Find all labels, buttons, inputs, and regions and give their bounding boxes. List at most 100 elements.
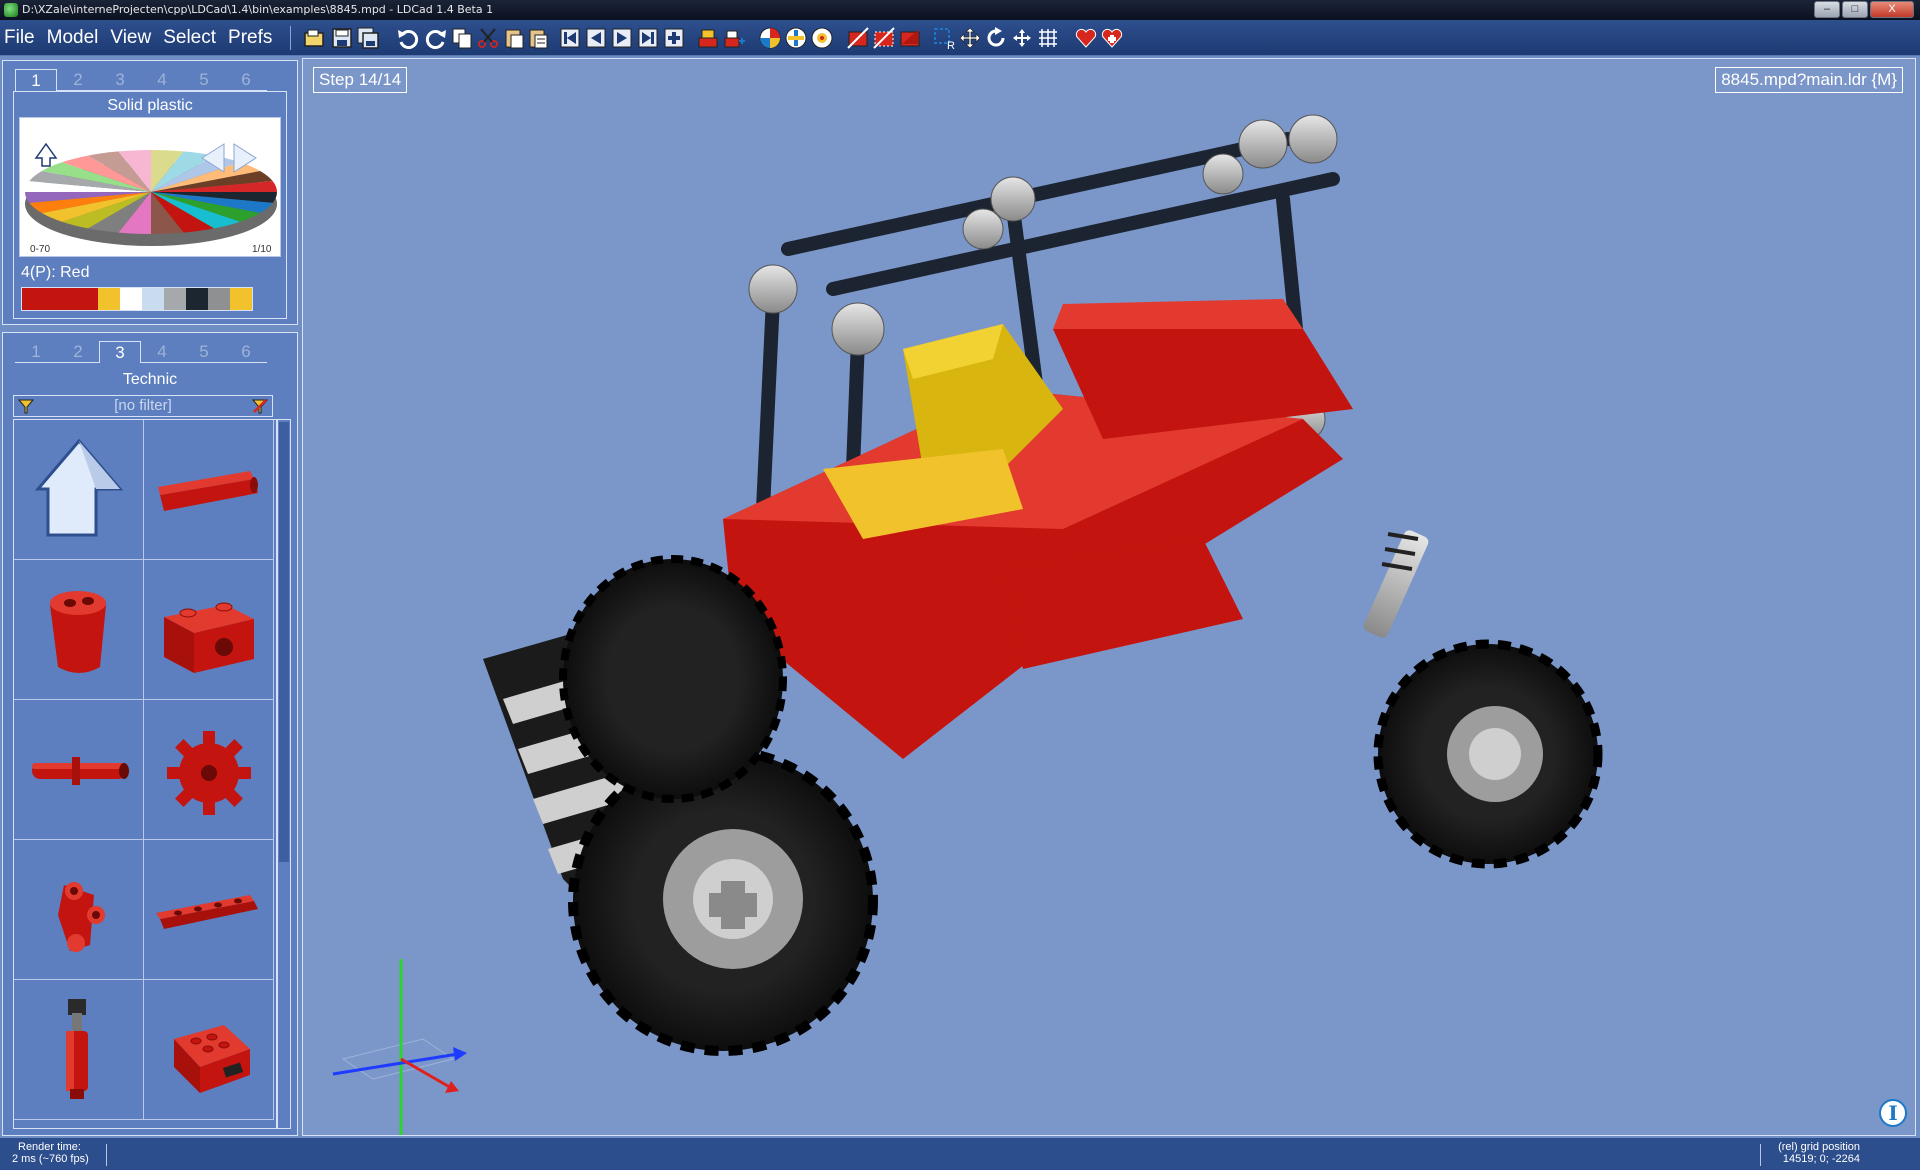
part-bin-icon[interactable] bbox=[784, 26, 808, 50]
part-technic-pin[interactable] bbox=[14, 700, 144, 840]
menu-prefs[interactable]: Prefs bbox=[228, 27, 272, 49]
model-viewport[interactable]: Step 14/14 8845.mpd?main.ldr {M} I bbox=[302, 58, 1916, 1136]
submodel-icon[interactable] bbox=[696, 26, 720, 50]
part-technic-liftarm-link[interactable] bbox=[14, 840, 144, 980]
step-add-icon[interactable] bbox=[662, 26, 686, 50]
hide-icon[interactable] bbox=[846, 26, 870, 50]
group-icon[interactable] bbox=[810, 26, 834, 50]
window-title: D:\XZale\interneProjecten\cpp\LDCad\1.4\… bbox=[22, 3, 494, 16]
part-technic-motor[interactable] bbox=[144, 980, 274, 1120]
color-wheel[interactable]: 0-70 1/10 bbox=[19, 117, 281, 257]
part-technic-beam[interactable] bbox=[144, 420, 274, 560]
part-technic-plate[interactable] bbox=[144, 840, 274, 980]
color-wheel-up-arrow-icon[interactable] bbox=[34, 142, 58, 167]
part-technic-brick[interactable] bbox=[144, 560, 274, 700]
clear-filter-icon[interactable] bbox=[252, 398, 268, 414]
favorite-add-icon[interactable] bbox=[1100, 26, 1124, 50]
menu-select[interactable]: Select bbox=[163, 27, 216, 49]
part-grid-scrollbar[interactable] bbox=[277, 419, 291, 1129]
color-range-left: 0-70 bbox=[30, 244, 50, 255]
color-tab-1[interactable]: 1 bbox=[15, 69, 57, 91]
toolbar-separator bbox=[290, 26, 291, 50]
palette-swatch[interactable] bbox=[41, 288, 60, 310]
favorite-icon[interactable] bbox=[1074, 26, 1098, 50]
color-bin-panel: 1 2 3 4 5 6 Solid plastic 0-70 1/10 4(P)… bbox=[2, 60, 298, 325]
menu-file[interactable]: File bbox=[4, 27, 35, 49]
info-icon[interactable]: I bbox=[1879, 1099, 1907, 1127]
filter-icon[interactable] bbox=[18, 398, 34, 414]
part-technic-gear[interactable] bbox=[144, 700, 274, 840]
grid-position-value: 14519; 0; -2264 bbox=[1782, 1153, 1860, 1165]
palette-swatch[interactable] bbox=[230, 288, 252, 310]
step-prev-icon[interactable] bbox=[584, 26, 608, 50]
undo-icon[interactable] bbox=[396, 26, 420, 50]
redo-icon[interactable] bbox=[424, 26, 448, 50]
render-time: Render time: 2 ms (~760 fps) bbox=[12, 1141, 89, 1165]
copy-icon[interactable] bbox=[450, 26, 474, 50]
color-bin-icon[interactable] bbox=[758, 26, 782, 50]
palette-swatch[interactable] bbox=[208, 288, 230, 310]
part-group-name: Technic bbox=[122, 371, 178, 388]
part-tab-5[interactable]: 5 bbox=[183, 341, 225, 363]
palette-swatch[interactable] bbox=[120, 288, 142, 310]
close-button[interactable]: X bbox=[1870, 1, 1914, 18]
palette-swatch[interactable] bbox=[98, 288, 120, 310]
color-tab-6[interactable]: 6 bbox=[225, 69, 267, 91]
color-tab-2[interactable]: 2 bbox=[57, 69, 99, 91]
unhide-icon[interactable] bbox=[898, 26, 922, 50]
part-tab-4[interactable]: 4 bbox=[141, 341, 183, 363]
select-region-icon[interactable]: R bbox=[932, 26, 956, 50]
cut-icon[interactable] bbox=[476, 26, 500, 50]
wheel-rear bbox=[1373, 639, 1603, 869]
step-first-icon[interactable] bbox=[558, 26, 582, 50]
model-render[interactable] bbox=[303, 59, 1916, 1136]
part-tab-6[interactable]: 6 bbox=[225, 341, 267, 363]
scrollbar-thumb[interactable] bbox=[279, 422, 289, 862]
grid-position-label: (rel) grid position bbox=[1778, 1141, 1860, 1153]
menu-view[interactable]: View bbox=[110, 27, 151, 49]
open-icon[interactable] bbox=[302, 26, 326, 50]
minimize-button[interactable]: – bbox=[1814, 1, 1840, 18]
step-next-icon[interactable] bbox=[610, 26, 634, 50]
save-all-icon[interactable] bbox=[356, 26, 380, 50]
palette-swatch[interactable] bbox=[186, 288, 208, 310]
color-tab-4[interactable]: 4 bbox=[141, 69, 183, 91]
part-technic-connector[interactable] bbox=[14, 560, 144, 700]
palette-swatch[interactable] bbox=[22, 288, 41, 310]
palette-swatch[interactable] bbox=[142, 288, 164, 310]
wheel-front bbox=[568, 746, 878, 1056]
ldcad-app-icon bbox=[4, 3, 18, 17]
window-controls: – □ X bbox=[1814, 1, 1914, 18]
hide-selection-icon[interactable] bbox=[872, 26, 896, 50]
step-last-icon[interactable] bbox=[636, 26, 660, 50]
rotate-icon[interactable] bbox=[984, 26, 1008, 50]
palette-swatch[interactable] bbox=[79, 288, 98, 310]
paste-icon[interactable] bbox=[502, 26, 526, 50]
part-up-arrow-icon[interactable] bbox=[14, 420, 144, 560]
maximize-button[interactable]: □ bbox=[1842, 1, 1868, 18]
palette-swatch[interactable] bbox=[164, 288, 186, 310]
palette-swatch[interactable] bbox=[60, 288, 79, 310]
part-tab-1[interactable]: 1 bbox=[15, 341, 57, 363]
model-file-indicator: 8845.mpd?main.ldr {M} bbox=[1715, 67, 1903, 93]
current-color-label: 4(P): Red bbox=[21, 264, 90, 281]
part-bin-tabs: 1 2 3 4 5 6 bbox=[15, 341, 267, 363]
save-icon[interactable] bbox=[330, 26, 354, 50]
grid-icon[interactable] bbox=[1036, 26, 1060, 50]
color-range-right: 1/10 bbox=[252, 244, 272, 255]
pan-icon[interactable] bbox=[1010, 26, 1034, 50]
menu-model[interactable]: Model bbox=[47, 27, 99, 49]
paste-special-icon[interactable] bbox=[526, 26, 550, 50]
move-icon[interactable] bbox=[958, 26, 982, 50]
part-filter-bar[interactable]: [no filter] bbox=[13, 395, 273, 417]
submodel-add-icon[interactable] bbox=[722, 26, 746, 50]
part-technic-shock-absorber[interactable] bbox=[14, 980, 144, 1120]
part-tab-3[interactable]: 3 bbox=[99, 341, 141, 363]
part-grid bbox=[13, 419, 277, 1129]
color-tab-3[interactable]: 3 bbox=[99, 69, 141, 91]
color-group-name: Solid plastic bbox=[107, 97, 193, 114]
status-separator bbox=[1760, 1144, 1761, 1166]
color-tab-5[interactable]: 5 bbox=[183, 69, 225, 91]
part-tab-2[interactable]: 2 bbox=[57, 341, 99, 363]
grid-position: (rel) grid position 14519; 0; -2264 bbox=[1778, 1141, 1860, 1165]
